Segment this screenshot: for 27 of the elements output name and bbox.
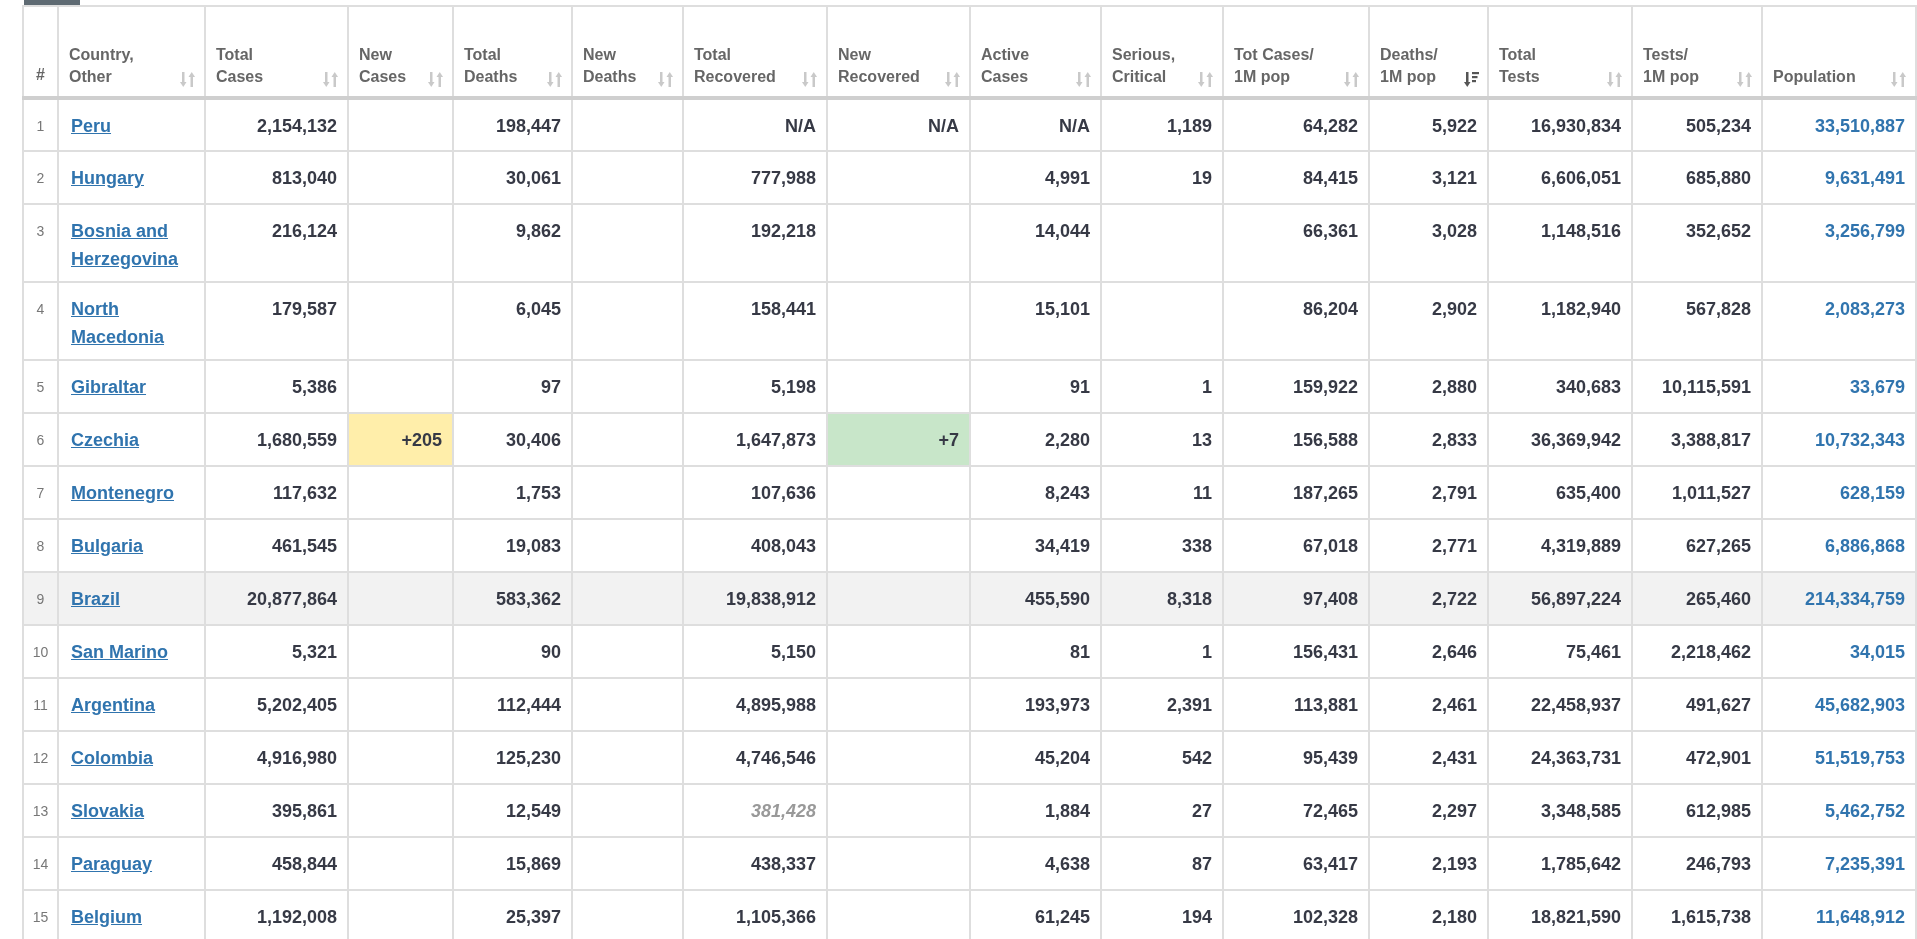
table-cell: +7 bbox=[827, 413, 970, 466]
sort-icon[interactable] bbox=[1891, 71, 1907, 88]
sort-icon[interactable] bbox=[1198, 71, 1214, 88]
sort-icon[interactable] bbox=[1737, 71, 1753, 88]
country-link[interactable]: Brazil bbox=[71, 585, 121, 613]
sort-icon[interactable] bbox=[180, 71, 196, 88]
column-header: # bbox=[36, 65, 45, 85]
column-header[interactable]: Population bbox=[1773, 66, 1856, 88]
sort-icon[interactable] bbox=[1607, 71, 1623, 88]
tab-marker bbox=[24, 0, 80, 5]
row-number: 4 bbox=[23, 282, 58, 360]
sort-icon[interactable] bbox=[323, 71, 339, 88]
row-number: 15 bbox=[23, 890, 58, 939]
sort-icon[interactable] bbox=[428, 71, 444, 88]
table-cell: +205 bbox=[348, 413, 453, 466]
sort-descending-icon[interactable] bbox=[1464, 71, 1479, 88]
column-header[interactable]: Total Cases bbox=[216, 44, 264, 88]
column-header[interactable]: Total Tests bbox=[1499, 44, 1540, 88]
country-link[interactable]: Peru bbox=[71, 112, 112, 140]
sort-icon[interactable] bbox=[1076, 71, 1092, 88]
column-header[interactable]: Active Cases bbox=[981, 44, 1030, 88]
sort-icon[interactable] bbox=[658, 71, 674, 88]
sort-icon[interactable] bbox=[802, 71, 818, 88]
sort-icon[interactable] bbox=[1344, 71, 1360, 88]
sort-icon[interactable] bbox=[547, 71, 563, 88]
row-number: 3 bbox=[23, 204, 58, 282]
sort-icon[interactable] bbox=[945, 71, 961, 88]
